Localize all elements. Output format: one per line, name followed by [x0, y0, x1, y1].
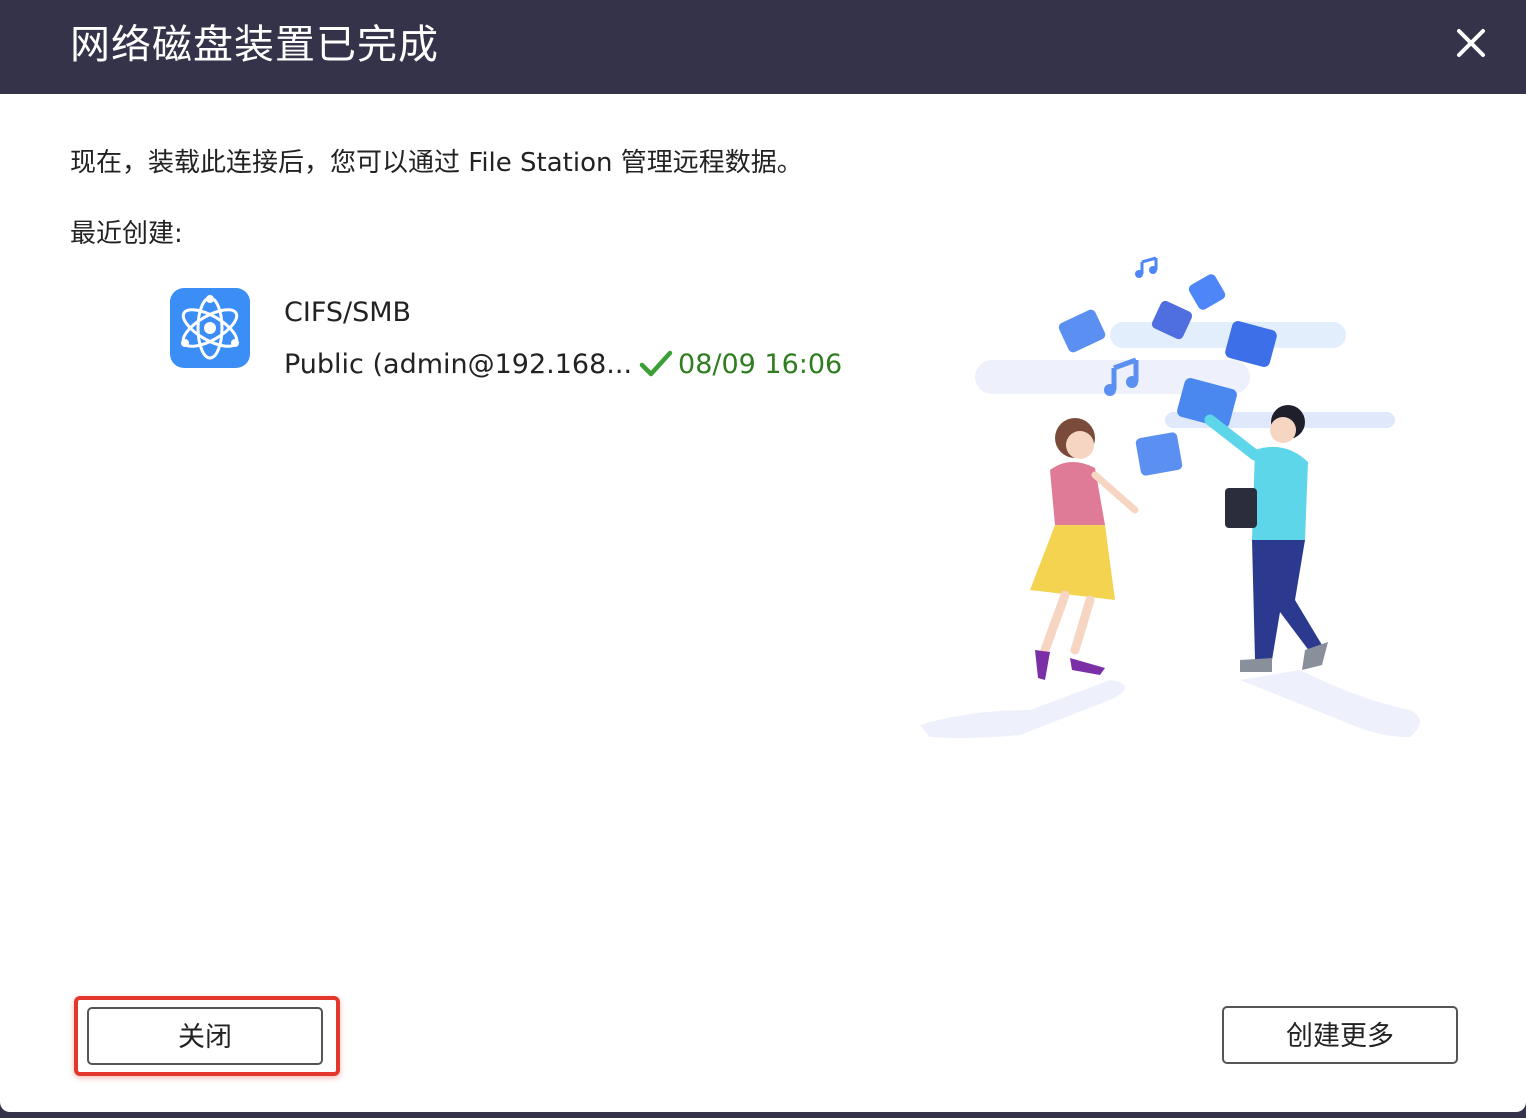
close-button-highlight — [74, 996, 340, 1076]
recent-item-time: 08/09 16:06 — [678, 348, 843, 380]
checkmark-icon — [639, 350, 673, 377]
recent-item-type: CIFS/SMB — [284, 297, 412, 328]
close-icon[interactable] — [1448, 20, 1494, 66]
recent-created-label: 最近创建: — [70, 219, 183, 249]
dialog-title: 网络磁盘装置已完成 — [70, 22, 439, 68]
recent-item-row: Public (admin@192.168... 08/09 16:06 — [284, 344, 842, 384]
file-sharing-illustration — [920, 256, 1420, 739]
cifs-smb-atom-icon — [170, 288, 250, 368]
music-note-icon — [1135, 256, 1158, 278]
recent-item-name: Public (admin@192.168... — [284, 348, 633, 380]
dialog-description: 现在，装载此连接后，您可以通过 File Station 管理远程数据。 — [70, 148, 803, 178]
dialog-titlebar: 网络磁盘装置已完成 — [0, 0, 1526, 94]
create-more-button[interactable]: 创建更多 — [1222, 1006, 1458, 1064]
mount-complete-dialog: 网络磁盘装置已完成 现在，装载此连接后，您可以通过 File Station 管… — [0, 0, 1526, 1112]
